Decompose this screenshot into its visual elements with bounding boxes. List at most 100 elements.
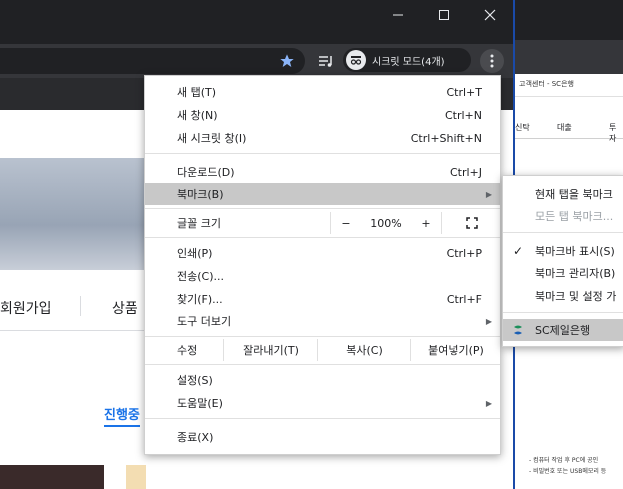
bookmark-star-button[interactable] [277, 51, 297, 71]
menu-label: 인쇄(P) [177, 247, 213, 260]
menu-print[interactable]: 인쇄(P) Ctrl+P [145, 242, 500, 264]
nav-trust[interactable]: 신탁 [515, 122, 530, 133]
menu-settings[interactable]: 설정(S) [145, 369, 500, 391]
address-bar[interactable] [0, 48, 305, 74]
cut-button[interactable]: 잘라내기(T) [223, 339, 318, 361]
menu-separator [145, 153, 500, 154]
sc-bank-favicon-icon [513, 324, 523, 336]
menu-downloads[interactable]: 다운로드(D) Ctrl+J [145, 161, 500, 183]
menu-shortcut: Ctrl+J [449, 165, 482, 179]
zoom-level: 100% [361, 212, 411, 234]
menu-separator [145, 336, 500, 337]
background-tab-title: 고객센터 - SC은행 [519, 80, 574, 88]
menu-bookmarks[interactable]: 북마크(B) ▶ [145, 183, 500, 205]
edit-label: 수정 [177, 344, 198, 357]
submenu-label: 북마크 및 설정 가 [535, 290, 617, 303]
incognito-icon [346, 50, 366, 70]
bookmark-sc-bank[interactable]: SC제일은행 [503, 319, 623, 341]
maximize-icon [439, 10, 449, 20]
submenu-separator [503, 232, 623, 233]
submenu-show-bookmarks-bar[interactable]: ✓ 북마크바 표시(S) [503, 240, 623, 262]
menu-cast[interactable]: 전송(C)... [145, 265, 500, 287]
submenu-bookmark-manager[interactable]: 북마크 관리자(B) [503, 262, 623, 284]
nav-signup-link[interactable]: 회원가입 [0, 298, 52, 318]
event-thumbnail[interactable] [126, 465, 146, 489]
close-icon [484, 9, 496, 21]
hero-image [0, 158, 145, 270]
menu-help[interactable]: 도움말(E) ▶ [145, 392, 500, 414]
submenu-label: 북마크바 표시(S) [535, 245, 615, 258]
zoom-label: 글꼴 크기 [177, 217, 221, 230]
submenu-label: SC제일은행 [535, 324, 591, 337]
bookmarks-submenu: 현재 탭을 북마크 모든 탭 북마크... ✓ 북마크바 표시(S) 북마크 관… [502, 175, 623, 347]
minimize-icon [393, 14, 403, 16]
menu-label: 전송(C)... [177, 270, 224, 283]
background-notice: - 컴퓨터 작업 후 PC에 공인 - 비밀번호 또는 USB메모리 등 [515, 455, 623, 489]
submenu-label: 모든 탭 북마크... [535, 210, 614, 223]
menu-label: 북마크(B) [177, 188, 224, 201]
nav-loan[interactable]: 대출 [557, 122, 572, 133]
menu-label: 설정(S) [177, 374, 213, 387]
menu-label: 새 창(N) [177, 109, 218, 122]
submenu-arrow-icon: ▶ [485, 189, 492, 199]
menu-label: 종료(X) [177, 431, 214, 444]
zoom-out-button[interactable]: − [330, 212, 361, 234]
maximize-button[interactable] [421, 0, 467, 30]
notice-line: - 비밀번호 또는 USB메모리 등 [529, 468, 607, 475]
nav-invest[interactable]: 투자 [609, 122, 623, 144]
media-control-button[interactable] [316, 51, 336, 71]
cut-label: 잘라내기(T) [243, 344, 299, 357]
incognito-indicator[interactable]: 시크릿 모드(4개) [343, 48, 471, 72]
media-playlist-icon [319, 56, 332, 67]
menu-shortcut: Ctrl+N [444, 108, 482, 122]
notice-line: - 컴퓨터 작업 후 PC에 공인 [529, 457, 599, 464]
menu-edit-row: 수정 잘라내기(T) 복사(C) 붙여넣기(P) [145, 339, 500, 361]
zoom-in-button[interactable]: + [411, 212, 441, 234]
incognito-label: 시크릿 모드(4개) [372, 56, 445, 68]
menu-label: 새 탭(T) [177, 86, 217, 99]
chrome-menu: 새 탭(T) Ctrl+T 새 창(N) Ctrl+N 새 시크릿 창(I) C… [144, 75, 501, 455]
menu-label: 찾기(F)... [177, 293, 223, 306]
chrome-menu-button[interactable] [480, 49, 504, 73]
submenu-arrow-icon: ▶ [485, 398, 492, 408]
tab-in-progress[interactable]: 진행중 [104, 404, 140, 427]
menu-exit[interactable]: 종료(X) [145, 426, 500, 448]
background-window-toolbar [515, 40, 623, 74]
submenu-bookmark-tab[interactable]: 현재 탭을 북마크 [503, 183, 623, 205]
menu-label: 도구 더보기 [177, 315, 232, 328]
paste-button[interactable]: 붙여넣기(P) [410, 339, 501, 361]
submenu-import[interactable]: 북마크 및 설정 가 [503, 285, 623, 307]
zoom-in-label: + [421, 216, 431, 230]
background-window-titlebar [515, 0, 623, 44]
fullscreen-icon [465, 217, 478, 229]
background-window-nav: 신탁 대출 투자 [515, 116, 623, 143]
menu-more-tools[interactable]: 도구 더보기 ▶ [145, 310, 500, 332]
menu-find[interactable]: 찾기(F)... Ctrl+F [145, 288, 500, 310]
copy-button[interactable]: 복사(C) [317, 339, 411, 361]
zoom-value: 100% [370, 216, 402, 230]
menu-zoom-row: 글꼴 크기 − 100% + [145, 212, 500, 234]
menu-shortcut: Ctrl+P [446, 246, 482, 260]
star-icon [280, 54, 294, 67]
nav-products-link[interactable]: 상품 [112, 298, 138, 318]
menu-new-window[interactable]: 새 창(N) Ctrl+N [145, 104, 500, 126]
menu-shortcut: Ctrl+Shift+N [410, 131, 482, 145]
event-thumbnail[interactable] [0, 465, 104, 489]
background-window-tab[interactable]: 고객센터 - SC은행 [515, 74, 623, 97]
menu-shortcut: Ctrl+F [446, 292, 482, 306]
close-button[interactable] [467, 0, 513, 30]
zoom-out-label: − [341, 216, 351, 230]
fullscreen-button[interactable] [441, 212, 501, 234]
submenu-label: 북마크 관리자(B) [535, 267, 616, 280]
menu-new-tab[interactable]: 새 탭(T) Ctrl+T [145, 81, 500, 103]
submenu-arrow-icon: ▶ [485, 316, 492, 326]
submenu-bookmark-all-tabs[interactable]: 모든 탭 북마크... [503, 205, 623, 227]
menu-new-incognito[interactable]: 새 시크릿 창(I) Ctrl+Shift+N [145, 127, 500, 149]
kebab-menu-icon [490, 54, 494, 68]
menu-separator [145, 208, 500, 209]
submenu-label: 현재 탭을 북마크 [535, 188, 613, 201]
minimize-button[interactable] [375, 0, 421, 30]
menu-label: 다운로드(D) [177, 166, 235, 179]
menu-shortcut: Ctrl+T [446, 85, 482, 99]
menu-label: 도움말(E) [177, 397, 223, 410]
